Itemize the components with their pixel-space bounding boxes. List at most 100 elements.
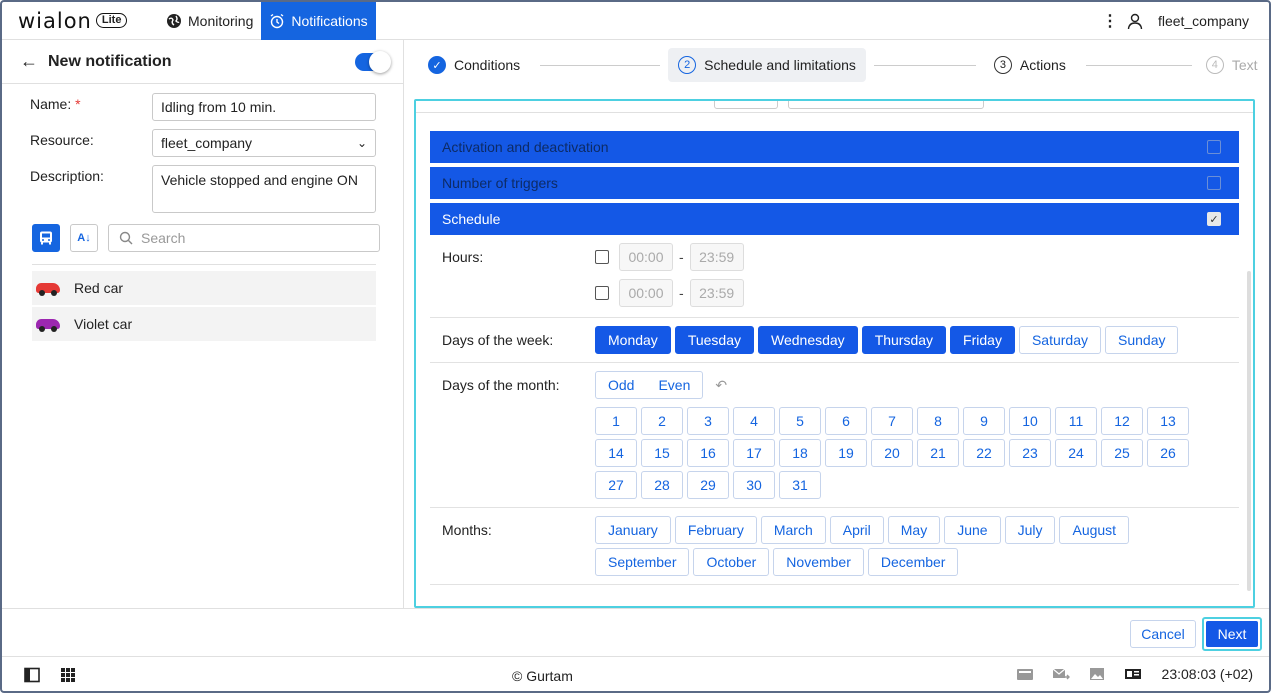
description-field[interactable]: Vehicle stopped and engine ON <box>152 165 376 213</box>
month-day-chip[interactable]: 4 <box>733 407 775 435</box>
month-chip[interactable]: January <box>595 516 671 544</box>
hours-checkbox[interactable] <box>595 286 609 300</box>
apps-grid-icon[interactable] <box>60 667 76 683</box>
user-icon[interactable] <box>1126 12 1144 30</box>
month-day-chip[interactable]: 26 <box>1147 439 1189 467</box>
step-number: 2 <box>678 56 697 74</box>
search-input[interactable]: Search <box>108 224 380 252</box>
month-day-chip[interactable]: 29 <box>687 471 729 499</box>
month-day-chip[interactable]: 21 <box>917 439 959 467</box>
app-window: wialon Lite Monitoring Notifications ⋮ f… <box>0 0 1271 693</box>
section-triggers[interactable]: Number of triggers <box>430 167 1239 199</box>
section-checkbox[interactable] <box>1207 176 1221 190</box>
hours-checkbox[interactable] <box>595 250 609 264</box>
resource-value: fleet_company <box>161 135 253 151</box>
month-day-chip[interactable]: 23 <box>1009 439 1051 467</box>
month-day-chip[interactable]: 25 <box>1101 439 1143 467</box>
time-to-field[interactable]: 23:59 <box>689 279 744 307</box>
month-day-chip[interactable]: 28 <box>641 471 683 499</box>
month-day-chip[interactable]: 24 <box>1055 439 1097 467</box>
month-day-chip[interactable]: 22 <box>963 439 1005 467</box>
weekdays-label: Days of the week: <box>442 332 554 348</box>
month-chip[interactable]: June <box>944 516 1001 544</box>
globe-icon <box>167 13 181 28</box>
month-chip[interactable]: April <box>829 516 884 544</box>
more-menu-icon[interactable]: ⋮ <box>1102 11 1118 31</box>
list-item[interactable]: Red car <box>32 271 376 305</box>
month-day-chip[interactable]: 20 <box>871 439 913 467</box>
month-chip[interactable]: August <box>1059 516 1130 544</box>
scrollbar[interactable] <box>1247 271 1251 591</box>
weekday-chip[interactable]: Saturday <box>1018 326 1101 354</box>
username[interactable]: fleet_company <box>1158 13 1249 29</box>
weekday-chip[interactable]: Monday <box>595 326 671 354</box>
step-schedule[interactable]: 2 Schedule and limitations <box>668 48 866 82</box>
even-days-button[interactable]: Even <box>658 377 690 393</box>
month-day-chip[interactable]: 2 <box>641 407 683 435</box>
month-day-chip[interactable]: 16 <box>687 439 729 467</box>
month-chip[interactable]: March <box>760 516 826 544</box>
time-from-field[interactable]: 00:00 <box>619 243 673 271</box>
odd-days-button[interactable]: Odd <box>608 377 634 393</box>
sort-az-button[interactable]: A↓ <box>70 224 98 252</box>
month-day-chip[interactable]: 17 <box>733 439 775 467</box>
step-conditions[interactable]: ✓ Conditions <box>428 56 520 74</box>
month-day-chip[interactable]: 12 <box>1101 407 1143 435</box>
month-chip[interactable]: November <box>773 548 864 576</box>
month-chip[interactable]: February <box>674 516 757 544</box>
book-icon[interactable] <box>1124 666 1142 682</box>
month-day-chip[interactable]: 5 <box>779 407 821 435</box>
month-day-chip[interactable]: 14 <box>595 439 637 467</box>
step-actions[interactable]: 3 Actions <box>993 56 1066 74</box>
list-item[interactable]: Violet car <box>32 307 376 341</box>
weekday-chip[interactable]: Wednesday <box>758 326 858 354</box>
month-day-chip[interactable]: 19 <box>825 439 867 467</box>
month-day-chip[interactable]: 3 <box>687 407 729 435</box>
month-day-chip[interactable]: 31 <box>779 471 821 499</box>
next-button[interactable]: Next <box>1202 617 1262 651</box>
back-arrow-icon[interactable]: ← <box>20 51 40 72</box>
month-day-chip[interactable]: 30 <box>733 471 775 499</box>
month-chip[interactable]: July <box>1004 516 1056 544</box>
enabled-toggle[interactable] <box>355 50 391 73</box>
section-activation[interactable]: Activation and deactivation <box>430 131 1239 163</box>
weekday-chip[interactable]: Thursday <box>861 326 947 354</box>
cancel-button[interactable]: Cancel <box>1130 620 1196 648</box>
time-from-field[interactable]: 00:00 <box>619 279 673 307</box>
tab-notifications[interactable]: Notifications <box>261 2 376 40</box>
app-logo[interactable]: wialon Lite <box>18 9 158 33</box>
month-day-chip[interactable]: 8 <box>917 407 959 435</box>
month-chip[interactable]: May <box>887 516 941 544</box>
tab-monitoring[interactable]: Monitoring <box>158 2 261 40</box>
weekday-chip[interactable]: Friday <box>950 326 1015 354</box>
mail-forward-icon[interactable] <box>1052 666 1070 682</box>
hidden-field <box>788 101 984 109</box>
month-chip[interactable]: December <box>867 548 959 576</box>
time-to-field[interactable]: 23:59 <box>689 243 744 271</box>
step-number: 4 <box>1205 56 1224 74</box>
month-day-chip[interactable]: 11 <box>1055 407 1097 435</box>
month-day-chip[interactable]: 1 <box>595 407 637 435</box>
month-day-chip[interactable]: 9 <box>963 407 1005 435</box>
units-filter-button[interactable] <box>32 224 60 252</box>
weekday-chip[interactable]: Tuesday <box>674 326 754 354</box>
month-day-chip[interactable]: 10 <box>1009 407 1051 435</box>
image-icon[interactable] <box>1088 666 1106 682</box>
month-chip[interactable]: October <box>693 548 770 576</box>
resource-select[interactable]: fleet_company ⌄ <box>152 129 376 157</box>
section-schedule[interactable]: Schedule ✓ <box>430 203 1239 235</box>
month-chip[interactable]: September <box>595 548 690 576</box>
month-day-chip[interactable]: 15 <box>641 439 683 467</box>
month-day-chip[interactable]: 7 <box>871 407 913 435</box>
name-field[interactable]: Idling from 10 min. <box>152 93 376 121</box>
month-day-chip[interactable]: 18 <box>779 439 821 467</box>
month-day-chip[interactable]: 13 <box>1147 407 1189 435</box>
section-checkbox[interactable] <box>1207 140 1221 154</box>
section-checkbox[interactable]: ✓ <box>1207 212 1221 226</box>
sidebar-toggle-icon[interactable] <box>24 667 40 683</box>
month-day-chip[interactable]: 27 <box>595 471 637 499</box>
reset-icon[interactable]: ↶ <box>715 377 727 394</box>
month-day-chip[interactable]: 6 <box>825 407 867 435</box>
weekday-chip[interactable]: Sunday <box>1105 326 1179 354</box>
cards-icon[interactable] <box>1016 666 1034 682</box>
